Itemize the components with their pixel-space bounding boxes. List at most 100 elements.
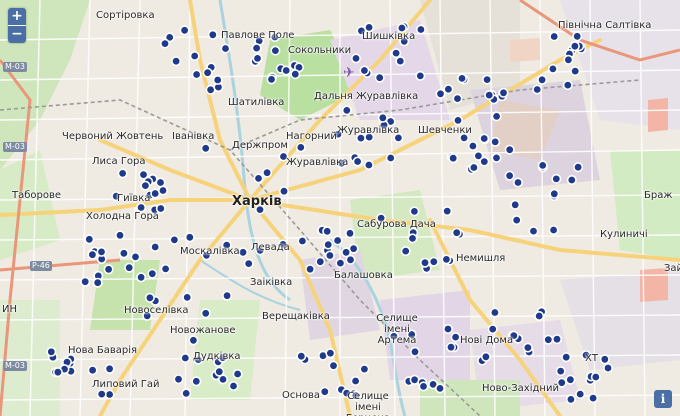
station-marker[interactable] <box>537 74 548 85</box>
station-marker[interactable] <box>332 235 343 246</box>
station-marker[interactable] <box>212 75 223 86</box>
station-marker[interactable] <box>207 29 218 40</box>
station-marker[interactable] <box>191 69 202 80</box>
station-marker[interactable] <box>184 232 195 243</box>
map[interactable]: ✈ Сортіровка Павлове Поле Сокольники Шиш… <box>0 0 680 416</box>
station-marker[interactable] <box>87 365 98 376</box>
station-marker[interactable] <box>222 290 233 301</box>
station-marker[interactable] <box>575 389 586 400</box>
station-marker[interactable] <box>482 74 493 85</box>
station-marker[interactable] <box>220 43 231 54</box>
station-marker[interactable] <box>214 366 225 377</box>
station-marker[interactable] <box>80 276 91 287</box>
station-marker[interactable] <box>491 152 502 163</box>
station-marker[interactable] <box>323 239 334 250</box>
station-marker[interactable] <box>96 389 107 400</box>
station-marker[interactable] <box>548 225 559 236</box>
station-marker[interactable] <box>200 143 211 154</box>
station-marker[interactable] <box>428 256 439 267</box>
station-marker[interactable] <box>549 188 560 199</box>
station-marker[interactable] <box>52 367 63 378</box>
station-marker[interactable] <box>155 177 166 188</box>
station-marker[interactable] <box>295 142 306 153</box>
station-marker[interactable] <box>566 175 577 186</box>
station-marker[interactable] <box>480 351 491 362</box>
station-marker[interactable] <box>407 233 418 244</box>
station-marker[interactable] <box>490 136 501 147</box>
station-marker[interactable] <box>590 371 601 382</box>
station-marker[interactable] <box>96 246 107 257</box>
station-marker[interactable] <box>324 250 335 261</box>
station-marker[interactable] <box>479 133 490 144</box>
station-marker[interactable] <box>415 24 426 35</box>
station-marker[interactable] <box>171 56 182 67</box>
station-marker[interactable] <box>547 63 558 74</box>
station-marker[interactable] <box>262 167 273 178</box>
station-marker[interactable] <box>359 65 370 76</box>
zoom-out-button[interactable]: − <box>8 25 26 43</box>
station-marker[interactable] <box>160 38 171 49</box>
station-marker[interactable] <box>435 88 446 99</box>
station-marker[interactable] <box>415 70 426 81</box>
station-marker[interactable] <box>181 388 192 399</box>
station-marker[interactable] <box>504 170 515 181</box>
station-marker[interactable] <box>448 153 459 164</box>
station-marker[interactable] <box>138 169 149 180</box>
station-marker[interactable] <box>270 45 281 56</box>
station-marker[interactable] <box>179 25 190 36</box>
station-marker[interactable] <box>395 56 406 67</box>
station-marker[interactable] <box>456 73 467 84</box>
station-marker[interactable] <box>344 228 355 239</box>
station-marker[interactable] <box>158 185 169 196</box>
station-marker[interactable] <box>341 247 352 258</box>
station-marker[interactable] <box>188 335 199 346</box>
station-marker[interactable] <box>467 141 478 152</box>
station-marker[interactable] <box>352 156 363 167</box>
station-marker[interactable] <box>602 362 613 373</box>
station-marker[interactable] <box>409 346 420 357</box>
station-marker[interactable] <box>573 162 584 173</box>
station-marker[interactable] <box>442 206 453 217</box>
station-marker[interactable] <box>534 310 545 321</box>
station-marker[interactable] <box>147 268 158 279</box>
station-marker[interactable] <box>92 277 103 288</box>
station-marker[interactable] <box>363 160 374 171</box>
station-marker[interactable] <box>319 386 330 397</box>
station-marker[interactable] <box>561 352 572 363</box>
station-marker[interactable] <box>532 84 543 95</box>
station-marker[interactable] <box>498 87 509 98</box>
station-marker[interactable] <box>180 352 191 363</box>
station-marker[interactable] <box>563 54 574 65</box>
station-marker[interactable] <box>491 111 502 122</box>
station-marker[interactable] <box>191 376 202 387</box>
station-marker[interactable] <box>528 226 539 237</box>
station-marker[interactable] <box>328 360 339 371</box>
station-marker[interactable] <box>182 292 193 303</box>
station-marker[interactable] <box>130 251 141 262</box>
station-marker[interactable] <box>266 74 277 85</box>
station-marker[interactable] <box>450 332 461 343</box>
station-marker[interactable] <box>441 254 452 265</box>
station-marker[interactable] <box>377 112 388 123</box>
station-marker[interactable] <box>173 374 184 385</box>
station-marker[interactable] <box>251 43 262 54</box>
station-marker[interactable] <box>232 368 243 379</box>
station-marker[interactable] <box>281 65 292 76</box>
station-marker[interactable] <box>150 242 161 253</box>
station-marker[interactable] <box>243 258 254 269</box>
station-marker[interactable] <box>599 354 610 365</box>
station-marker[interactable] <box>504 144 515 155</box>
station-marker[interactable] <box>570 66 581 77</box>
station-marker[interactable] <box>136 272 147 283</box>
station-marker[interactable] <box>551 334 562 345</box>
station-marker[interactable] <box>144 292 155 303</box>
station-marker[interactable] <box>511 215 522 226</box>
station-marker[interactable] <box>238 247 249 258</box>
station-marker[interactable] <box>103 264 114 275</box>
station-marker[interactable] <box>409 206 420 217</box>
station-marker[interactable] <box>117 168 128 179</box>
station-marker[interactable] <box>322 226 333 237</box>
station-marker[interactable] <box>451 227 462 238</box>
station-marker[interactable] <box>290 69 301 80</box>
station-marker[interactable] <box>452 93 463 104</box>
